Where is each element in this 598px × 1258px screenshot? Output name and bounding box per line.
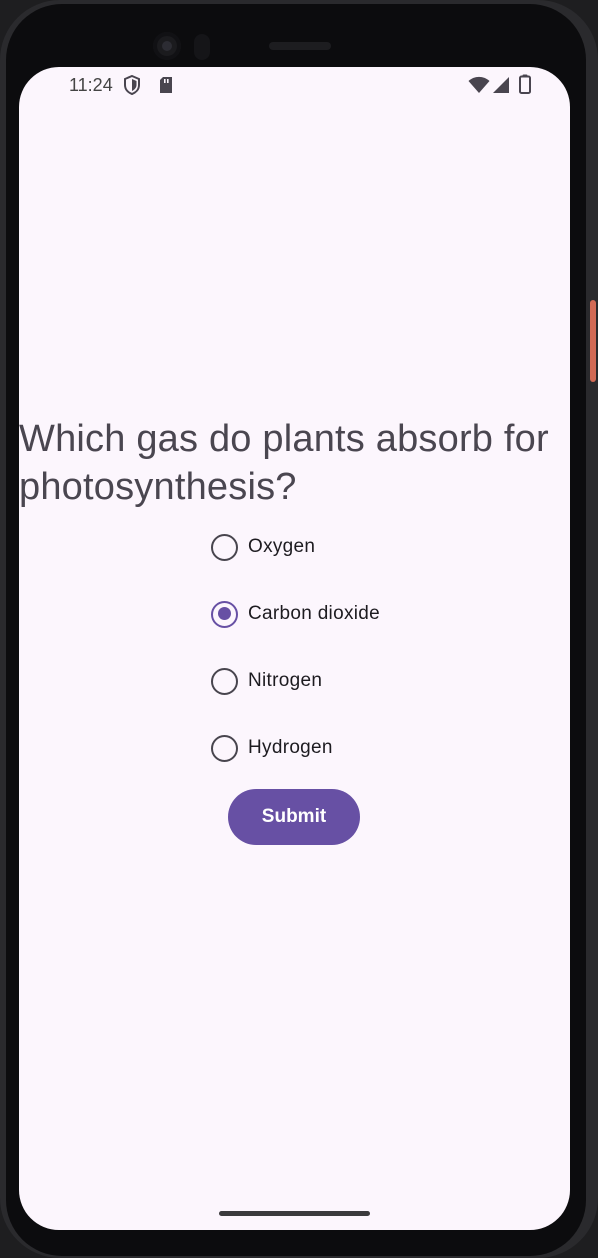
status-bar: 11:24 bbox=[19, 67, 570, 103]
question-text: Which gas do plants absorb for photosynt… bbox=[19, 418, 549, 508]
option-nitrogen[interactable]: Nitrogen bbox=[211, 666, 431, 696]
app-screen: 11:24 Which gas do plants absorb for pho… bbox=[19, 67, 570, 1230]
option-label: Oxygen bbox=[248, 536, 316, 557]
earpiece-speaker bbox=[269, 42, 331, 50]
home-indicator[interactable] bbox=[219, 1211, 370, 1216]
radio-button-oxygen[interactable] bbox=[211, 533, 238, 561]
battery-icon bbox=[519, 74, 531, 99]
option-carbon-dioxide[interactable]: Carbon dioxide bbox=[211, 599, 431, 629]
option-oxygen[interactable]: Oxygen bbox=[211, 532, 431, 562]
sd-card-icon bbox=[158, 75, 174, 100]
front-camera bbox=[153, 32, 181, 60]
wifi-icon bbox=[468, 76, 490, 99]
option-hydrogen[interactable]: Hydrogen bbox=[211, 733, 431, 763]
radio-button-carbon-dioxide[interactable] bbox=[211, 600, 238, 628]
submit-button[interactable]: Submit bbox=[228, 789, 360, 845]
power-button[interactable] bbox=[590, 300, 596, 382]
shield-icon bbox=[123, 74, 141, 100]
status-time: 11:24 bbox=[69, 75, 113, 95]
cellular-signal-icon bbox=[492, 76, 510, 99]
option-label: Nitrogen bbox=[248, 670, 323, 691]
option-label: Hydrogen bbox=[248, 737, 333, 758]
radio-button-nitrogen[interactable] bbox=[211, 667, 238, 695]
proximity-sensor bbox=[194, 34, 210, 60]
option-label: Carbon dioxide bbox=[248, 603, 381, 624]
radio-button-hydrogen[interactable] bbox=[211, 734, 238, 762]
device-frame: 11:24 Which gas do plants absorb for pho… bbox=[0, 0, 598, 1258]
